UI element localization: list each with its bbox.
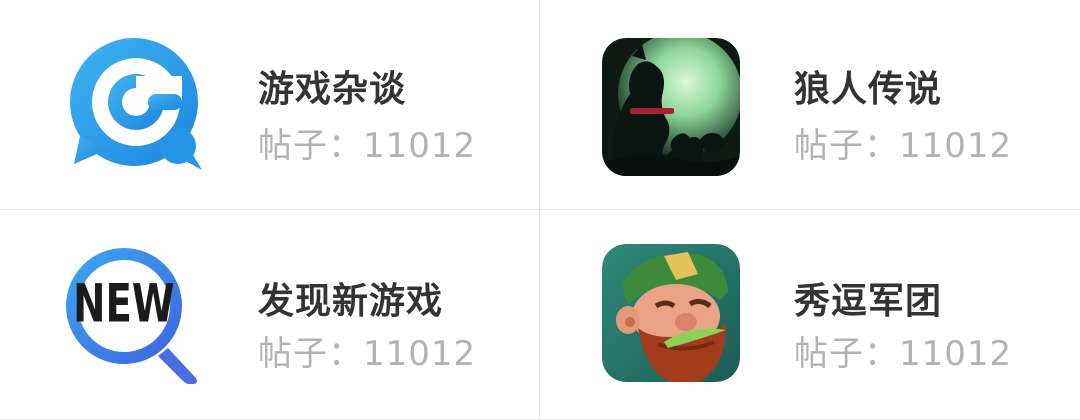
post-count: 帖子：11012 xyxy=(258,118,476,167)
forum-item-silly-legion[interactable]: 秀逗军团 帖子：11012 xyxy=(540,210,1080,420)
chat-bubble-g-icon xyxy=(70,38,202,170)
werewolf-game-icon xyxy=(602,38,740,176)
post-count-label: 帖子： xyxy=(258,126,363,166)
post-count-value: 11012 xyxy=(899,334,1013,374)
post-count: 帖子：11012 xyxy=(794,118,1012,167)
forum-grid: 游戏杂谈 帖子：11012 狼人传说 帖子：11012 NEW 发现新游戏 帖子… xyxy=(0,0,1080,420)
post-count-label: 帖子： xyxy=(794,126,899,166)
forum-title: 秀逗军团 xyxy=(794,281,943,322)
forum-title: 发现新游戏 xyxy=(258,281,444,322)
post-count-value: 11012 xyxy=(363,334,477,374)
post-count: 帖子：11012 xyxy=(258,326,476,375)
bearded-warrior-game-icon xyxy=(602,244,740,382)
forum-title: 游戏杂谈 xyxy=(258,69,407,110)
forum-item-werewolf-legend[interactable]: 狼人传说 帖子：11012 xyxy=(540,0,1080,210)
post-count: 帖子：11012 xyxy=(794,326,1012,375)
forum-item-discover-new-games[interactable]: NEW 发现新游戏 帖子：11012 xyxy=(0,210,540,420)
post-count-label: 帖子： xyxy=(258,334,363,374)
new-magnifier-icon: NEW xyxy=(66,248,197,384)
post-count-value: 11012 xyxy=(899,126,1013,166)
post-count-label: 帖子： xyxy=(794,334,899,374)
forum-title: 狼人传说 xyxy=(794,69,943,110)
forum-item-game-chat[interactable]: 游戏杂谈 帖子：11012 xyxy=(0,0,540,210)
post-count-value: 11012 xyxy=(363,126,477,166)
new-badge-text: NEW xyxy=(73,273,174,335)
